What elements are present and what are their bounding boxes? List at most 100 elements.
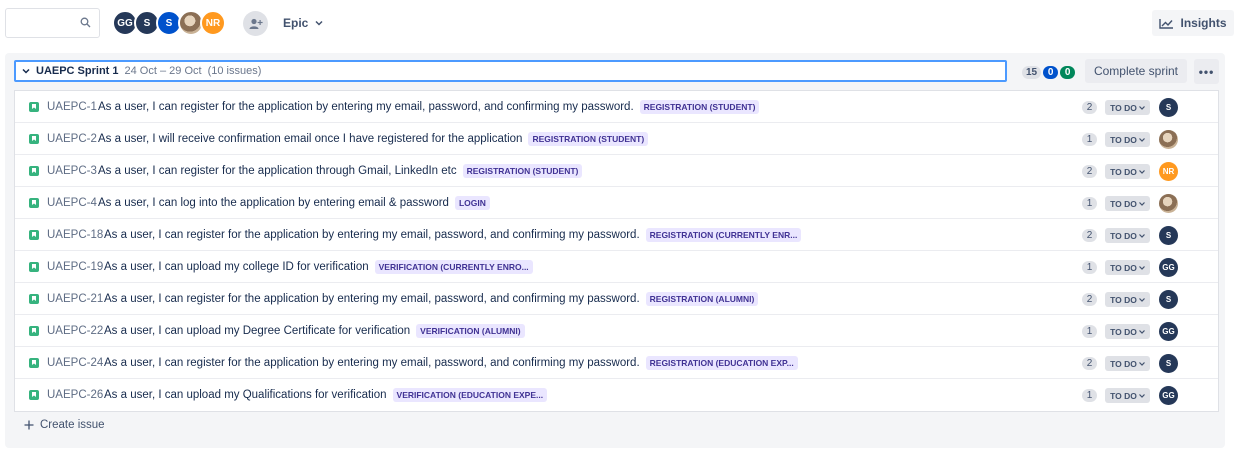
issue-row[interactable]: UAEPC-18 As a user, I can register for th… <box>15 219 1218 251</box>
assignee-avatar[interactable]: NR <box>1159 162 1178 181</box>
assignee-avatar[interactable]: S <box>1159 354 1178 373</box>
epic-lozenge[interactable]: LOGIN <box>454 195 490 210</box>
issue-key[interactable]: UAEPC-22 <box>47 325 103 337</box>
issue-summary[interactable]: As a user, I can register for the applic… <box>104 357 640 369</box>
complete-sprint-button[interactable]: Complete sprint <box>1085 59 1187 83</box>
assignee-avatar[interactable] <box>1159 130 1178 149</box>
story-icon <box>29 326 39 336</box>
chevron-down-icon <box>1138 265 1145 270</box>
issue-summary[interactable]: As a user, I can upload my college ID fo… <box>104 261 369 273</box>
assignee-avatar[interactable] <box>1159 194 1178 213</box>
issue-key[interactable]: UAEPC-3 <box>47 165 97 177</box>
status-dropdown[interactable]: TO DO <box>1105 324 1150 339</box>
assignee-avatar[interactable]: GG <box>1159 386 1178 405</box>
story-points-badge: 2 <box>1082 101 1097 114</box>
issue-list: UAEPC-1 As a user, I can register for the… <box>14 90 1219 412</box>
status-label: TO DO <box>1110 230 1137 241</box>
issue-key[interactable]: UAEPC-2 <box>47 133 97 145</box>
insights-button[interactable]: Insights <box>1152 10 1234 36</box>
create-issue-button[interactable]: Create issue <box>24 419 105 431</box>
story-icon <box>29 294 39 304</box>
epic-lozenge[interactable]: REGISTRATION (STUDENT) <box>528 131 649 146</box>
story-points-badge: 2 <box>1082 165 1097 178</box>
epic-lozenge[interactable]: VERIFICATION (ALUMNI) <box>416 323 525 338</box>
issue-key[interactable]: UAEPC-19 <box>47 261 103 273</box>
issue-row[interactable]: UAEPC-26 As a user, I can upload my Quali… <box>15 379 1218 411</box>
status-dropdown[interactable]: TO DO <box>1105 100 1150 115</box>
story-icon <box>29 102 39 112</box>
status-dropdown[interactable]: TO DO <box>1105 164 1150 179</box>
sprint-dates: 24 Oct – 29 Oct <box>124 65 202 77</box>
issue-key[interactable]: UAEPC-4 <box>47 197 97 209</box>
issue-summary[interactable]: As a user, I can register for the applic… <box>104 293 640 305</box>
chevron-down-icon <box>1138 329 1145 334</box>
assignee-avatar[interactable]: S <box>1159 290 1178 309</box>
issue-row[interactable]: UAEPC-2 As a user, I will receive confirm… <box>15 123 1218 155</box>
issue-key[interactable]: UAEPC-1 <box>47 101 97 113</box>
issue-key[interactable]: UAEPC-18 <box>47 229 103 241</box>
chevron-down-icon <box>1138 169 1145 174</box>
epic-lozenge[interactable]: VERIFICATION (EDUCATION EXPE... <box>392 388 548 402</box>
status-label: TO DO <box>1110 102 1137 113</box>
issue-row[interactable]: UAEPC-1 As a user, I can register for the… <box>15 91 1218 123</box>
sprint-container: UAEPC Sprint 1 24 Oct – 29 Oct (10 issue… <box>5 53 1225 448</box>
status-dropdown[interactable]: TO DO <box>1105 196 1150 211</box>
issue-row[interactable]: UAEPC-3 As a user, I can register for the… <box>15 155 1218 187</box>
story-points-badge: 2 <box>1082 357 1097 370</box>
status-label: TO DO <box>1110 166 1137 177</box>
epic-filter-dropdown[interactable]: Epic <box>283 13 323 33</box>
insights-chart-icon <box>1159 18 1174 29</box>
story-points-badge: 1 <box>1082 325 1097 338</box>
chevron-down-icon <box>1138 233 1145 238</box>
issue-key[interactable]: UAEPC-26 <box>47 389 103 401</box>
collapse-chevron-icon[interactable] <box>22 68 30 74</box>
status-dropdown[interactable]: TO DO <box>1105 356 1150 371</box>
issue-row[interactable]: UAEPC-19 As a user, I can upload my colle… <box>15 251 1218 283</box>
status-dropdown[interactable]: TO DO <box>1105 292 1150 307</box>
epic-lozenge[interactable]: REGISTRATION (ALUMNI) <box>645 291 759 306</box>
status-dropdown[interactable]: TO DO <box>1105 388 1150 403</box>
epic-filter-label: Epic <box>283 16 309 30</box>
assignee-avatar[interactable]: S <box>1159 226 1178 245</box>
story-points-badge: 1 <box>1082 133 1097 146</box>
issue-summary[interactable]: As a user, I can register for the applic… <box>98 101 634 113</box>
epic-lozenge[interactable]: VERIFICATION (CURRENTLY ENRO... <box>374 259 533 274</box>
issue-summary[interactable]: As a user, I can upload my Qualification… <box>104 389 387 401</box>
in-progress-count-badge: 0 <box>1043 66 1059 79</box>
issue-summary[interactable]: As a user, I can log into the applicatio… <box>98 197 449 209</box>
more-actions-button[interactable]: ••• <box>1194 59 1219 84</box>
issue-row[interactable]: UAEPC-22 As a user, I can upload my Degre… <box>15 315 1218 347</box>
status-dropdown[interactable]: TO DO <box>1105 228 1150 243</box>
issue-row[interactable]: UAEPC-24 As a user, I can register for th… <box>15 347 1218 379</box>
status-dropdown[interactable]: TO DO <box>1105 260 1150 275</box>
assignee-avatar[interactable]: GG <box>1159 258 1178 277</box>
issue-summary[interactable]: As a user, I can upload my Degree Certif… <box>104 325 410 337</box>
story-points-badge: 2 <box>1082 293 1097 306</box>
story-icon <box>29 262 39 272</box>
add-people-button[interactable] <box>243 11 268 36</box>
issue-row[interactable]: UAEPC-21 As a user, I can register for th… <box>15 283 1218 315</box>
epic-lozenge[interactable]: REGISTRATION (STUDENT) <box>639 99 760 114</box>
status-dropdown[interactable]: TO DO <box>1105 132 1150 147</box>
assignee-avatar[interactable]: S <box>1159 98 1178 117</box>
issue-row[interactable]: UAEPC-4 As a user, I can log into the app… <box>15 187 1218 219</box>
epic-lozenge[interactable]: REGISTRATION (CURRENTLY ENR... <box>645 227 802 242</box>
issue-summary[interactable]: As a user, I will receive confirmation e… <box>98 133 522 145</box>
issue-key[interactable]: UAEPC-24 <box>47 357 103 369</box>
assignee-avatar[interactable]: GG <box>1159 322 1178 341</box>
sprint-header[interactable]: UAEPC Sprint 1 24 Oct – 29 Oct (10 issue… <box>14 60 1007 82</box>
epic-lozenge[interactable]: REGISTRATION (STUDENT) <box>462 163 583 178</box>
plus-icon <box>24 420 34 430</box>
search-input[interactable] <box>5 8 100 38</box>
story-icon <box>29 198 39 208</box>
issue-key[interactable]: UAEPC-21 <box>47 293 103 305</box>
avatar[interactable]: NR <box>200 10 226 36</box>
status-label: TO DO <box>1110 294 1137 305</box>
insights-label: Insights <box>1180 16 1227 30</box>
chevron-down-icon <box>1138 361 1145 366</box>
epic-lozenge[interactable]: REGISTRATION (EDUCATION EXP... <box>645 355 798 370</box>
chevron-down-icon <box>1138 297 1145 302</box>
issue-summary[interactable]: As a user, I can register for the applic… <box>98 165 457 177</box>
status-label: TO DO <box>1110 390 1137 401</box>
issue-summary[interactable]: As a user, I can register for the applic… <box>104 229 640 241</box>
